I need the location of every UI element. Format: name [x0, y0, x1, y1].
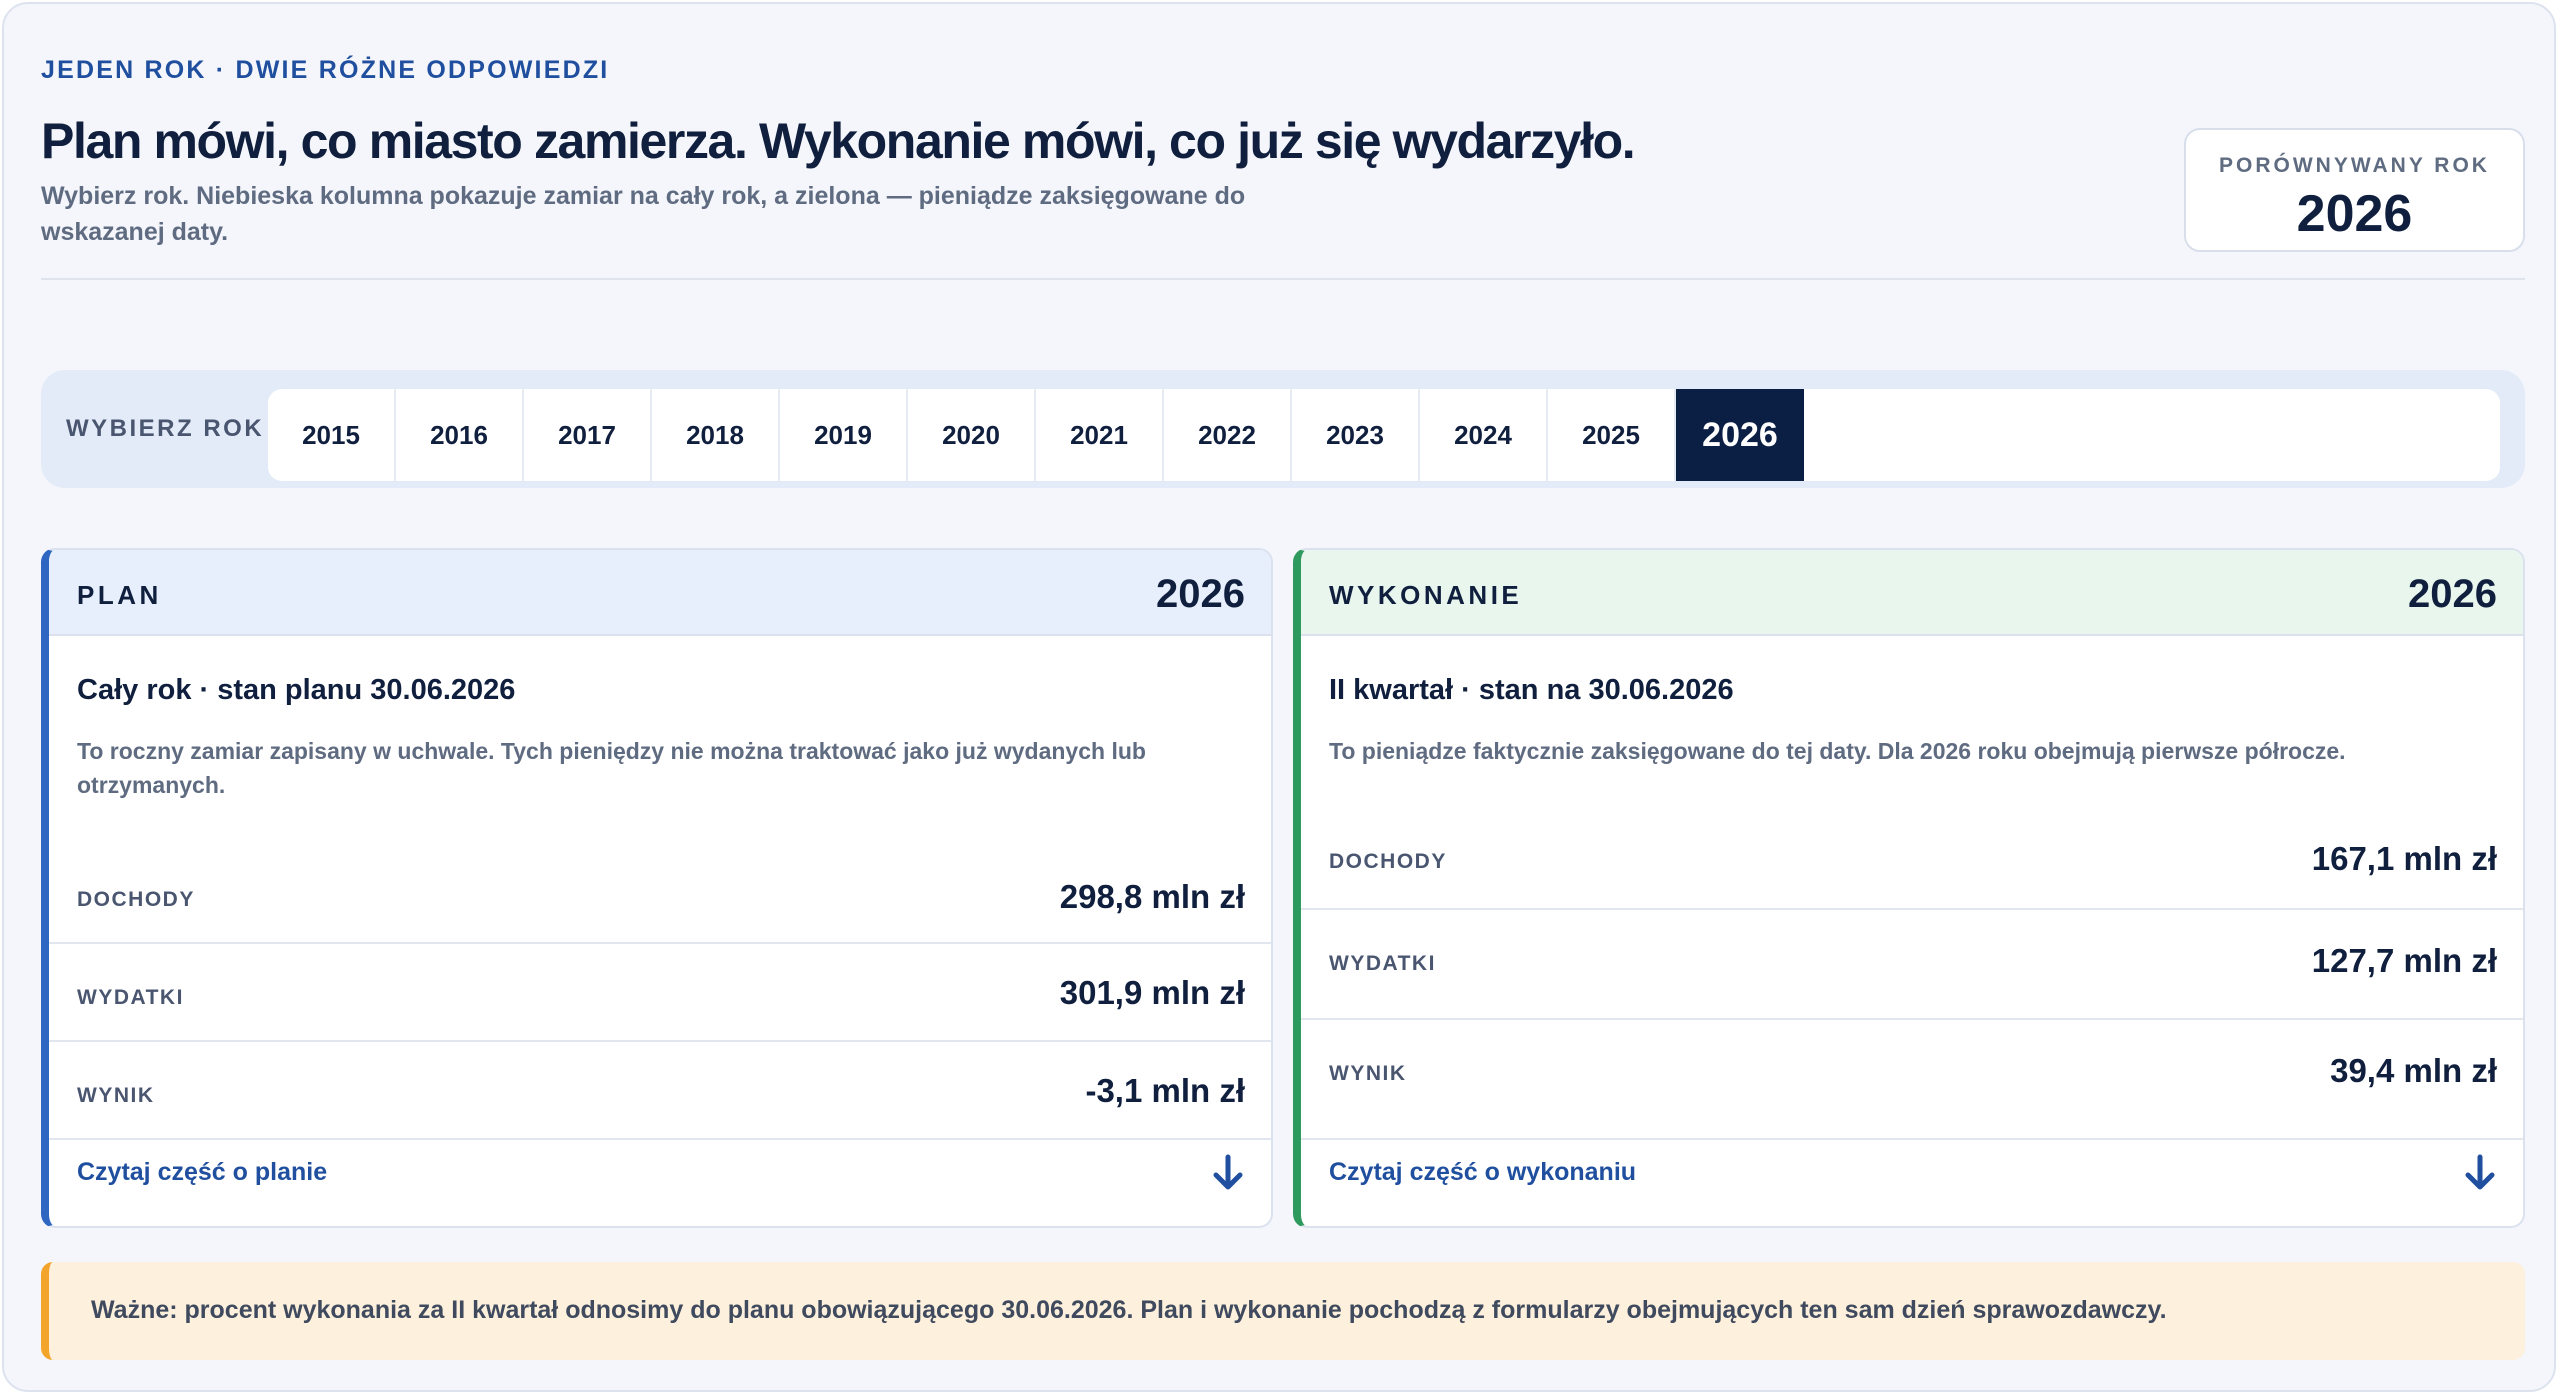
execution-row-label: DOCHODY — [1329, 850, 1447, 873]
plan-card-year: 2026 — [1156, 572, 1245, 616]
important-note: Ważne: procent wykonania za II kwartał o… — [41, 1262, 2525, 1360]
eyebrow-label: JEDEN ROK · DWIE RÓŻNE ODPOWIEDZI — [41, 56, 610, 84]
plan-row-value: -3,1 mln zł — [1085, 1072, 1245, 1109]
arrow-down-icon[interactable] — [2463, 1154, 2497, 1192]
compared-year-box: PORÓWNYWANY ROK 2026 — [2184, 128, 2525, 252]
plan-card-title: PLAN — [77, 580, 162, 610]
page-title: Plan mówi, co miasto zamierza. Wykonanie… — [41, 113, 1636, 169]
year-button-2020[interactable]: 2020 — [908, 389, 1036, 481]
page-frame: JEDEN ROK · DWIE RÓŻNE ODPOWIEDZI Plan m… — [2, 2, 2556, 1392]
execution-row-label: WYNIK — [1329, 1062, 1407, 1085]
plan-row-income: DOCHODY 298,8 mln zł — [49, 846, 1271, 944]
execution-row-expenses: WYDATKI 127,7 mln zł — [1301, 910, 2523, 1020]
year-button-2023[interactable]: 2023 — [1292, 389, 1420, 481]
year-button-2017[interactable]: 2017 — [524, 389, 652, 481]
plan-row-label: DOCHODY — [77, 888, 195, 911]
plan-row-label: WYDATKI — [77, 986, 184, 1009]
year-button-2016[interactable]: 2016 — [396, 389, 524, 481]
compared-year-label: PORÓWNYWANY ROK — [2219, 154, 2490, 177]
year-button-2026-selected[interactable]: 2026 — [1676, 389, 1804, 481]
execution-row-value: 127,7 mln zł — [2311, 942, 2497, 979]
page-subtitle: Wybierz rok. Niebieska kolumna pokazuje … — [41, 182, 1246, 246]
execution-card-description: To pieniądze faktycznie zaksięgowane do … — [1329, 738, 2346, 764]
execution-row-result: WYNIK 39,4 mln zł — [1301, 1020, 2523, 1140]
execution-card-subtitle: II kwartał · stan na 30.06.2026 — [1329, 674, 1734, 706]
year-button-2018[interactable]: 2018 — [652, 389, 780, 481]
year-button-2024[interactable]: 2024 — [1420, 389, 1548, 481]
important-note-text: Ważne: procent wykonania za II kwartał o… — [91, 1296, 2167, 1324]
plan-row-value: 298,8 mln zł — [1059, 878, 1245, 915]
execution-row-income: DOCHODY 167,1 mln zł — [1301, 800, 2523, 910]
execution-row-value: 167,1 mln zł — [2311, 840, 2497, 877]
year-button-2019[interactable]: 2019 — [780, 389, 908, 481]
arrow-down-icon[interactable] — [1211, 1154, 1245, 1192]
plan-card-subtitle: Cały rok · stan planu 30.06.2026 — [77, 674, 516, 706]
execution-card-year: 2026 — [2408, 572, 2497, 616]
header-divider — [41, 278, 2525, 280]
plan-row-result: WYNIK -3,1 mln zł — [49, 1042, 1271, 1140]
plan-card-header: PLAN 2026 — [49, 550, 1271, 636]
execution-card: WYKONANIE 2026 II kwartał · stan na 30.0… — [1293, 548, 2525, 1228]
execution-row-value: 39,4 mln zł — [2330, 1052, 2497, 1089]
plan-row-expenses: WYDATKI 301,9 mln zł — [49, 944, 1271, 1042]
year-picker-label: WYBIERZ ROK — [66, 415, 265, 442]
year-picker: WYBIERZ ROK 2015 2016 2017 2018 2019 202… — [41, 370, 2525, 488]
year-button-2015[interactable]: 2015 — [268, 389, 396, 481]
plan-row-label: WYNIK — [77, 1084, 155, 1107]
plan-row-value: 301,9 mln zł — [1059, 974, 1245, 1011]
year-button-2025[interactable]: 2025 — [1548, 389, 1676, 481]
year-button-2022[interactable]: 2022 — [1164, 389, 1292, 481]
execution-read-more-link[interactable]: Czytaj część o wykonaniu — [1329, 1158, 1636, 1187]
plan-card-description: To roczny zamiar zapisany w uchwale. Tyc… — [77, 738, 1146, 798]
plan-card: PLAN 2026 Cały rok · stan planu 30.06.20… — [41, 548, 1273, 1228]
execution-card-header: WYKONANIE 2026 — [1301, 550, 2523, 636]
execution-row-label: WYDATKI — [1329, 952, 1436, 975]
year-picker-track: 2015 2016 2017 2018 2019 2020 2021 2022 … — [268, 389, 2500, 481]
plan-read-more-link[interactable]: Czytaj część o planie — [77, 1158, 327, 1187]
compared-year-value: 2026 — [2296, 185, 2413, 243]
execution-card-title: WYKONANIE — [1329, 580, 1523, 610]
year-button-2021[interactable]: 2021 — [1036, 389, 1164, 481]
